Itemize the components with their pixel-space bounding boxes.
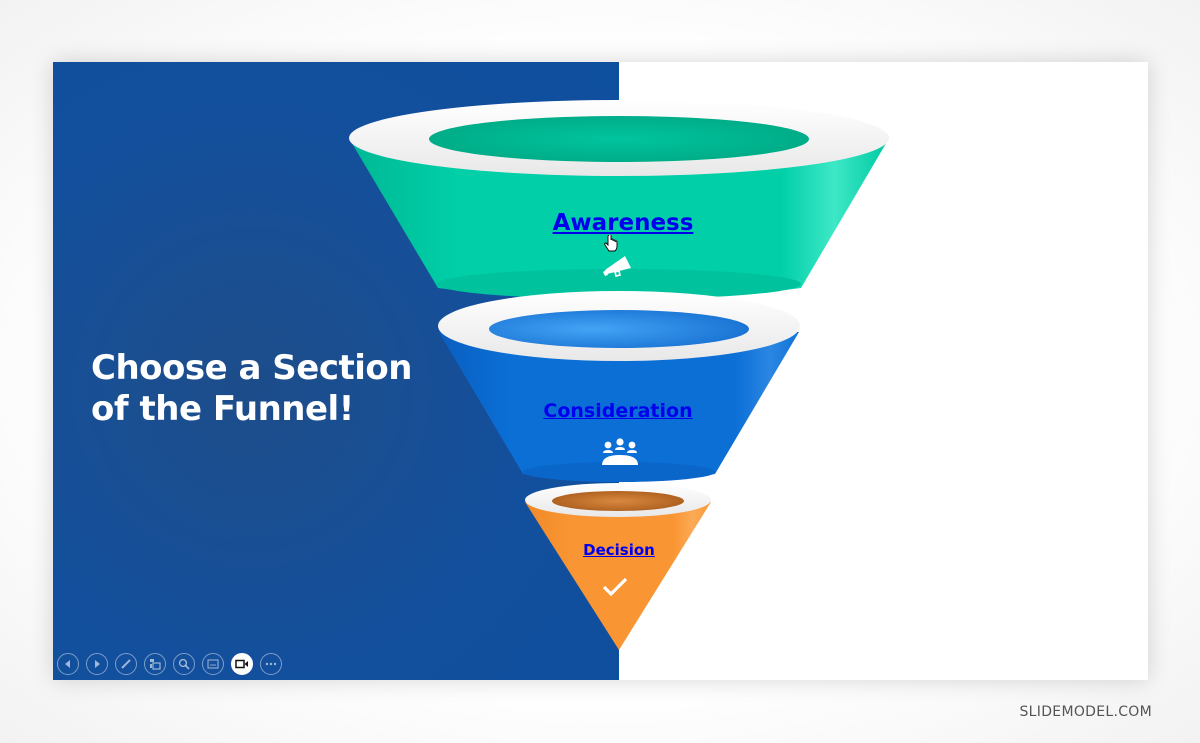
pen-icon (121, 659, 131, 669)
slidemodel-watermark: SLIDEMODEL.COM (1019, 704, 1152, 720)
slides-grid-icon (150, 659, 161, 670)
decision-opening (552, 491, 684, 511)
funnel-stage-decision[interactable] (525, 483, 711, 650)
consideration-opening (489, 310, 749, 348)
arrow-left-icon (65, 660, 70, 668)
video-camera-icon (235, 659, 248, 669)
megaphone-icon (601, 250, 639, 285)
camera-button[interactable] (231, 653, 253, 675)
checkmark-icon (601, 576, 629, 603)
previous-slide-button[interactable] (57, 653, 79, 675)
consideration-link[interactable]: Consideration (543, 400, 692, 422)
presentation-slide: Choose a Section of the Funnel! Awarenes… (53, 62, 1148, 680)
decision-link[interactable]: Decision (583, 541, 655, 559)
arrow-right-icon (95, 660, 100, 668)
pen-tool-button[interactable] (115, 653, 137, 675)
next-slide-button[interactable] (86, 653, 108, 675)
awareness-opening (429, 116, 809, 162)
more-options-button[interactable] (260, 653, 282, 675)
zoom-button[interactable] (173, 653, 195, 675)
awareness-link[interactable]: Awareness (553, 210, 694, 236)
presenter-toolbar (57, 653, 282, 677)
subtitles-button[interactable] (202, 653, 224, 675)
subtitles-icon (207, 659, 219, 669)
more-dots-icon (265, 662, 277, 666)
meeting-group-icon (600, 437, 640, 472)
see-all-slides-button[interactable] (144, 653, 166, 675)
magnifier-icon (178, 658, 190, 670)
